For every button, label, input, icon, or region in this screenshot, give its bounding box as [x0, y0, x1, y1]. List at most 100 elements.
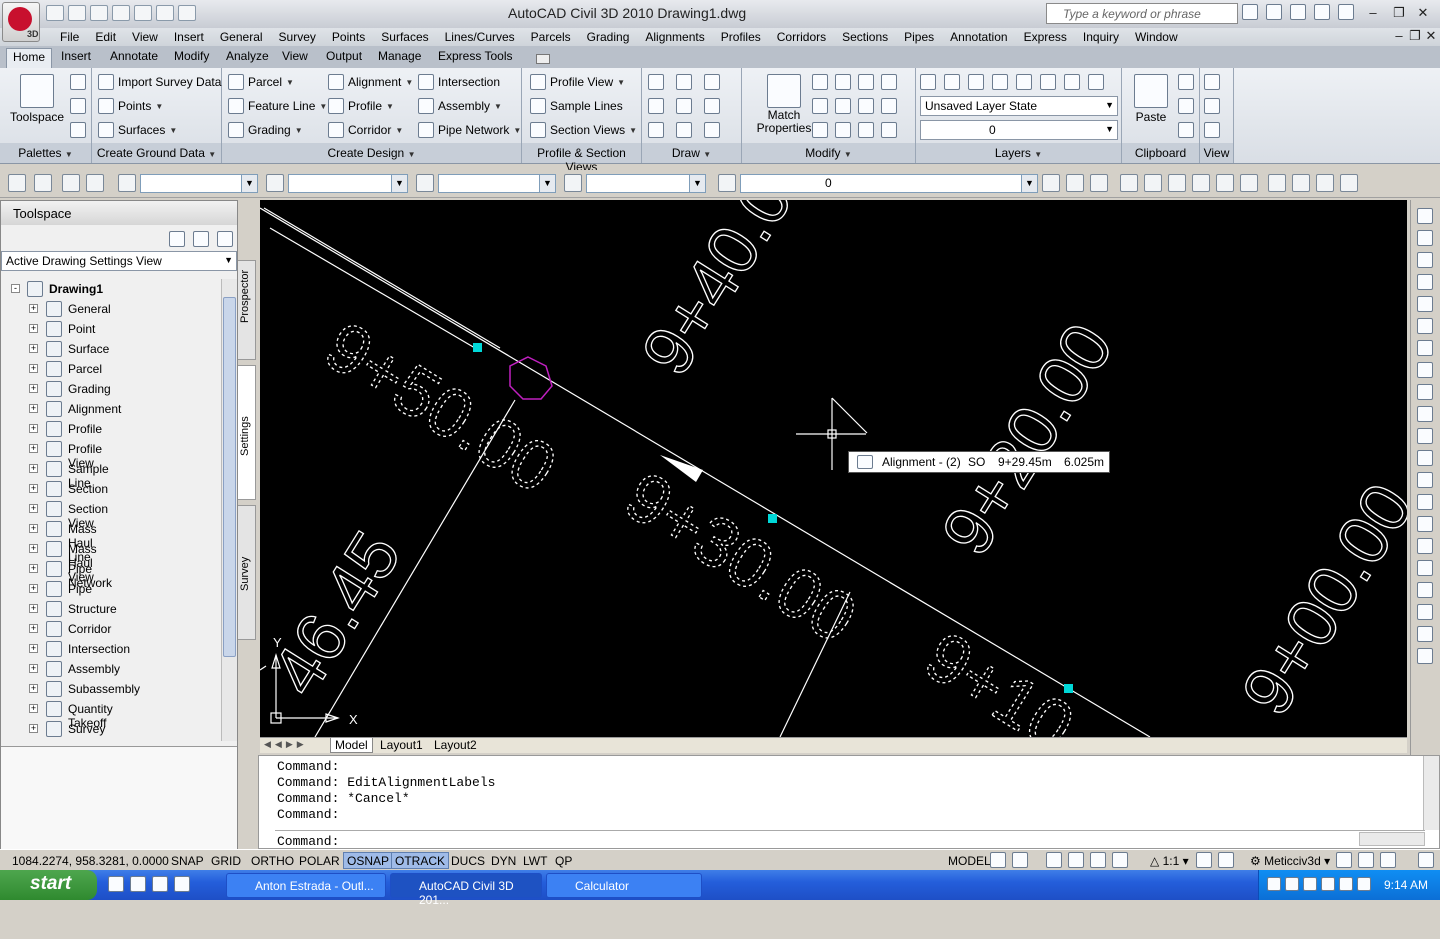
help-icon[interactable] [1338, 4, 1354, 20]
expand-icon[interactable]: + [29, 444, 38, 453]
binoculars-icon[interactable] [1242, 4, 1258, 20]
rotate-arc-icon[interactable] [704, 74, 720, 90]
toggle-snap[interactable]: SNAP [167, 852, 208, 869]
comm-center-icon[interactable] [1290, 4, 1306, 20]
right-tool-icon-9[interactable] [1417, 384, 1433, 400]
menu-sections[interactable]: Sections [834, 30, 896, 44]
layer-state-select[interactable]: Unsaved Layer State ▼ [920, 96, 1118, 116]
isolate-objects-icon[interactable] [1380, 852, 1396, 868]
right-tool-icon-1[interactable] [1417, 208, 1433, 224]
quick-view-layouts-icon[interactable] [990, 852, 1006, 868]
expand-icon[interactable]: + [29, 424, 38, 433]
point-icon[interactable] [648, 98, 664, 114]
showmotion-icon[interactable] [1112, 852, 1128, 868]
layer-tool-icon-4[interactable] [1120, 174, 1138, 192]
mleader-style-icon[interactable] [564, 174, 582, 192]
right-tool-icon-6[interactable] [1417, 318, 1433, 334]
sample-lines-button[interactable]: Sample Lines [530, 98, 623, 114]
command-scrollbar[interactable] [1423, 756, 1439, 830]
circle-icon[interactable] [676, 98, 692, 114]
text-style-select[interactable]: ▼ [140, 174, 258, 193]
right-tool-icon-2[interactable] [1417, 230, 1433, 246]
layer-tool-icon-9[interactable] [1240, 174, 1258, 192]
clean-screen-icon[interactable] [1418, 852, 1434, 868]
right-tool-icon-4[interactable] [1417, 274, 1433, 290]
tab-annotate[interactable]: Annotate [110, 49, 158, 63]
expand-icon[interactable]: + [29, 584, 38, 593]
right-tool-icon-20[interactable] [1417, 626, 1433, 642]
erase-icon[interactable] [812, 122, 828, 138]
rotate-icon[interactable] [835, 74, 851, 90]
menu-alignments[interactable]: Alignments [637, 30, 712, 44]
right-tool-icon-18[interactable] [1417, 582, 1433, 598]
qat-menu-icon[interactable] [178, 5, 196, 21]
task-calculator[interactable]: Calculator [546, 873, 702, 898]
doc-close-icon[interactable]: ✕ [1424, 29, 1438, 43]
alignment-button[interactable]: Alignment ▼ [328, 74, 413, 90]
application-menu-button[interactable]: 3D [2, 2, 40, 42]
toggle-grid[interactable]: GRID [207, 852, 245, 869]
trim-icon[interactable] [858, 74, 874, 90]
menu-inquiry[interactable]: Inquiry [1075, 30, 1127, 44]
task-autocad[interactable]: AutoCAD Civil 3D 201... [390, 873, 542, 907]
scale-icon[interactable] [835, 122, 851, 138]
toggle-ducs[interactable]: DUCS [447, 852, 489, 869]
line-icon[interactable] [648, 74, 664, 90]
right-tool-icon-7[interactable] [1417, 340, 1433, 356]
dim-style-select[interactable]: ▼ [288, 174, 408, 193]
view-refresh-icon[interactable] [1204, 74, 1220, 90]
arc-icon[interactable] [648, 122, 664, 138]
quicklaunch-icon-1[interactable] [108, 876, 124, 892]
collapse-icon[interactable]: - [11, 284, 20, 293]
intersection-button[interactable]: Intersection [418, 74, 500, 90]
expand-icon[interactable]: + [29, 644, 38, 653]
tray-icon-6[interactable] [1357, 877, 1371, 891]
array-icon[interactable] [858, 122, 874, 138]
tab-insert[interactable]: Insert [61, 49, 91, 63]
layer-tool-icon-13[interactable] [1340, 174, 1358, 192]
favorites-icon[interactable] [1314, 4, 1330, 20]
pan-status-icon[interactable] [1046, 852, 1062, 868]
panel-title-modify[interactable]: Modify ▼ [742, 143, 915, 163]
section-views-button[interactable]: Section Views ▼ [530, 122, 637, 138]
layer-unisolate-icon[interactable] [992, 74, 1008, 90]
toolbar-icon-1[interactable] [8, 174, 26, 192]
layer-tool-icon-12[interactable] [1316, 174, 1334, 192]
right-tool-icon-11[interactable] [1417, 428, 1433, 444]
redo-icon[interactable] [156, 5, 174, 21]
toolspace-options-icon[interactable] [169, 231, 185, 247]
dim-style-icon[interactable] [266, 174, 284, 192]
status-tray-icon[interactable] [1358, 852, 1374, 868]
right-tool-icon-3[interactable] [1417, 252, 1433, 268]
model-space-button[interactable]: MODEL [944, 852, 995, 869]
table-style-icon[interactable] [416, 174, 434, 192]
auto-scale-icon[interactable] [1218, 852, 1234, 868]
offset-icon[interactable] [881, 74, 897, 90]
tool-palette-icon[interactable] [70, 74, 86, 90]
match-properties-button[interactable]: Match Properties [754, 74, 814, 135]
drawing-canvas[interactable]: 9+50.00 9+40.00 9+30.00 9+20.00 9+10 9+0… [260, 200, 1407, 737]
menu-grading[interactable]: Grading [579, 30, 638, 44]
expand-icon[interactable]: + [29, 344, 38, 353]
right-tool-icon-16[interactable] [1417, 538, 1433, 554]
lock-icon[interactable] [1336, 852, 1352, 868]
right-tool-icon-19[interactable] [1417, 604, 1433, 620]
text-style-icon[interactable] [118, 174, 136, 192]
copy-clip-icon[interactable] [1178, 98, 1194, 114]
layer-toolbar-select[interactable]: 0 ▼ [740, 174, 1038, 193]
menu-view[interactable]: View [124, 30, 166, 44]
hatch-icon[interactable] [704, 122, 720, 138]
layer-tool-icon-6[interactable] [1168, 174, 1186, 192]
right-tool-icon-17[interactable] [1417, 560, 1433, 576]
menu-express[interactable]: Express [1016, 30, 1075, 44]
expand-icon[interactable]: + [29, 364, 38, 373]
layer-freeze-icon[interactable] [1040, 74, 1056, 90]
toolspace-button[interactable]: Toolspace [10, 74, 64, 124]
tab-survey[interactable]: Survey [238, 505, 256, 640]
new-icon[interactable] [46, 5, 64, 21]
menu-edit[interactable]: Edit [87, 30, 124, 44]
layer-tool-icon-2[interactable] [1066, 174, 1084, 192]
mleader-style-select[interactable]: ▼ [586, 174, 706, 193]
media-icon[interactable] [152, 876, 168, 892]
help-icon[interactable] [217, 231, 233, 247]
